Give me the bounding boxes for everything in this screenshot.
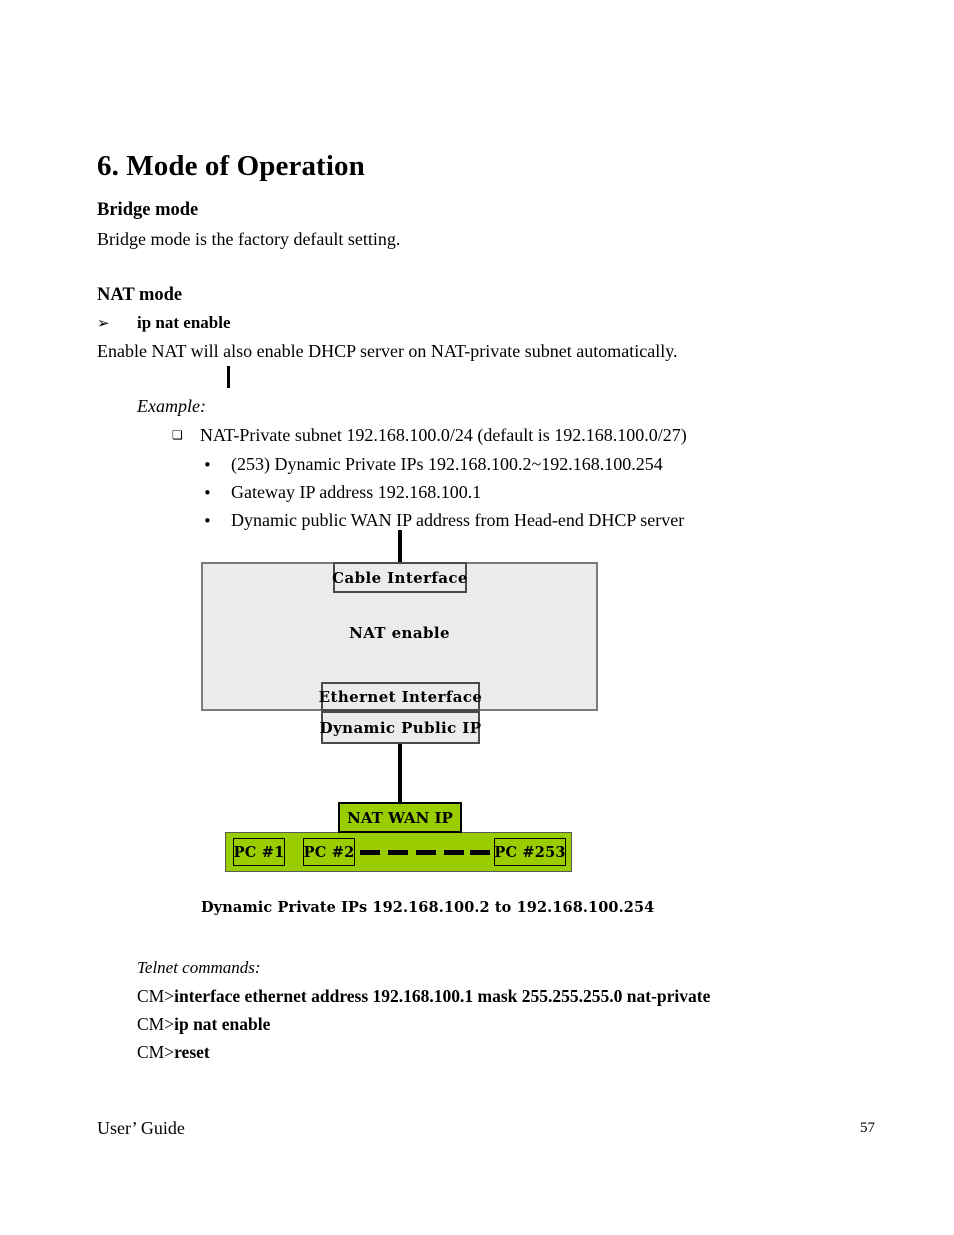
ellipsis-dash — [416, 850, 436, 855]
dot-bullet-icon: • — [203, 456, 212, 474]
nat-wan-ip-box: NAT WAN IP — [338, 802, 462, 833]
section-heading-nat-mode: NAT mode — [97, 285, 183, 305]
arrow-bullet-icon: ➢ — [97, 314, 110, 332]
pc-box-first: PC #1 — [233, 838, 285, 866]
dot-bullet-icon: • — [203, 484, 212, 502]
dynamic-public-ip-box: Dynamic Public IP — [320, 711, 481, 744]
telnet-prompt: CM> — [137, 1042, 175, 1062]
example-bullet-2-text: Gateway IP address 192.168.100.1 — [231, 482, 482, 502]
example-subnet-item: ❏ NAT-Private subnet 192.168.100.0/24 (de… — [172, 425, 687, 446]
ellipsis-dash — [388, 850, 408, 855]
telnet-command-1: CM>interface ethernet address 192.168.10… — [137, 986, 710, 1007]
ellipsis-dash — [360, 850, 380, 855]
telnet-command-2: CM>ip nat enable — [137, 1014, 270, 1035]
cable-interface-box: Cable Interface — [332, 562, 467, 593]
section-heading-bridge-mode: Bridge mode — [97, 200, 199, 220]
footer-document-title: User’ Guide — [97, 1118, 185, 1138]
ellipsis-dash — [470, 850, 490, 855]
nat-command-item: ➢ ip nat enable — [97, 313, 231, 333]
text-caret — [227, 366, 230, 388]
pc-box-last: PC #253 — [494, 838, 566, 866]
example-bullet-3-text: Dynamic public WAN IP address from Head-… — [231, 510, 685, 530]
document-page: 6. Mode of Operation Bridge mode Bridge … — [0, 0, 954, 1235]
connector-line-cable-uplink — [398, 530, 402, 564]
example-label: Example: — [137, 396, 206, 416]
ethernet-interface-box: Ethernet Interface — [319, 682, 482, 711]
telnet-command-text: ip nat enable — [174, 1014, 271, 1034]
nat-mode-description: Enable NAT will also enable DHCP server … — [97, 341, 678, 361]
footer-page-number: 57 — [860, 1120, 875, 1136]
example-bullet-2: • Gateway IP address 192.168.100.1 — [203, 482, 481, 503]
diagram-caption: Dynamic Private IPs 192.168.100.2 to 192… — [201, 899, 655, 916]
telnet-commands-label: Telnet commands: — [137, 958, 261, 977]
telnet-command-text: reset — [174, 1042, 210, 1062]
example-subnet-text: NAT-Private subnet 192.168.100.0/24 (def… — [200, 425, 687, 445]
example-bullet-3: • Dynamic public WAN IP address from Head… — [203, 510, 684, 531]
telnet-prompt: CM> — [137, 986, 175, 1006]
ellipsis-dash — [444, 850, 464, 855]
page-title: 6. Mode of Operation — [97, 150, 365, 182]
nat-enable-label: NAT enable — [349, 624, 450, 642]
dot-bullet-icon: • — [203, 512, 212, 530]
telnet-prompt: CM> — [137, 1014, 175, 1034]
example-bullet-1-text: (253) Dynamic Private IPs 192.168.100.2~… — [231, 454, 663, 474]
telnet-command-3: CM>reset — [137, 1042, 210, 1063]
telnet-command-text: interface ethernet address 192.168.100.1… — [174, 986, 711, 1006]
bridge-mode-description: Bridge mode is the factory default setti… — [97, 229, 401, 249]
pc-box-second: PC #2 — [303, 838, 355, 866]
connector-line-lan-downlink — [398, 744, 402, 804]
nat-command-label: ip nat enable — [137, 313, 231, 332]
example-bullet-1: • (253) Dynamic Private IPs 192.168.100.2… — [203, 454, 663, 475]
square-bullet-icon: ❏ — [172, 428, 183, 442]
